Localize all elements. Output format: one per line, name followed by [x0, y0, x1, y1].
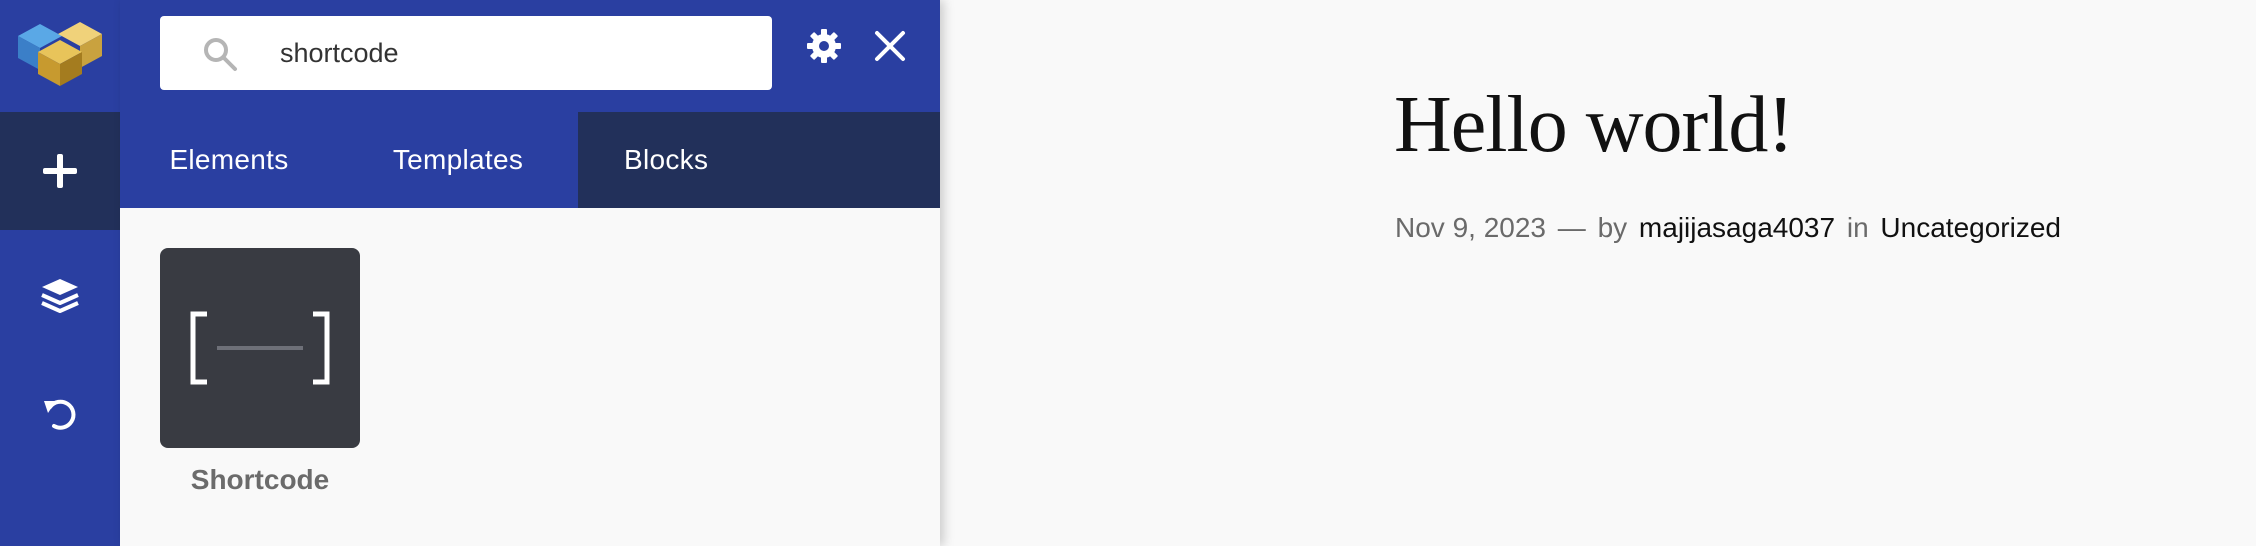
tab-blocks[interactable]: Blocks	[578, 112, 940, 208]
search-box[interactable]	[160, 16, 772, 90]
history-undo-button[interactable]	[0, 354, 120, 472]
post-date: Nov 9, 2023	[1395, 212, 1546, 243]
meta-separator: —	[1557, 212, 1586, 243]
search-icon	[204, 38, 237, 71]
layers-icon	[41, 279, 79, 313]
post-title: Hello world!	[1394, 81, 1794, 169]
logo[interactable]	[0, 0, 120, 112]
gear-icon	[807, 29, 841, 63]
close-icon	[875, 31, 905, 61]
shortcode-element-card[interactable]	[160, 248, 360, 448]
sidebar-rail	[0, 0, 120, 546]
panel-header	[120, 0, 940, 112]
settings-button[interactable]	[806, 28, 842, 69]
builder-cube-logo-icon	[18, 22, 102, 86]
author-link[interactable]: majijasaga4037	[1639, 212, 1835, 243]
add-element-button[interactable]	[0, 112, 120, 230]
search-input[interactable]	[280, 16, 740, 90]
shortcode-element-label: Shortcode	[190, 464, 330, 495]
tab-elements[interactable]: Elements	[120, 112, 338, 208]
category-link[interactable]: Uncategorized	[1880, 212, 2061, 243]
layers-button[interactable]	[0, 236, 120, 354]
by-label: by	[1597, 212, 1628, 243]
tab-blocks-label: Blocks	[624, 144, 709, 175]
in-label: in	[1846, 212, 1869, 243]
plus-icon	[43, 154, 77, 188]
elements-panel: Elements Templates Blocks Shortcode	[120, 0, 940, 546]
close-panel-button[interactable]	[872, 28, 908, 69]
shortcode-brackets-icon	[190, 311, 330, 385]
undo-icon	[44, 399, 76, 430]
post-meta: Nov 9, 2023 — by majijasaga4037 in Uncat…	[1395, 212, 2065, 244]
tab-templates[interactable]: Templates	[338, 112, 578, 208]
panel-tabs: Elements Templates Blocks	[120, 112, 940, 208]
